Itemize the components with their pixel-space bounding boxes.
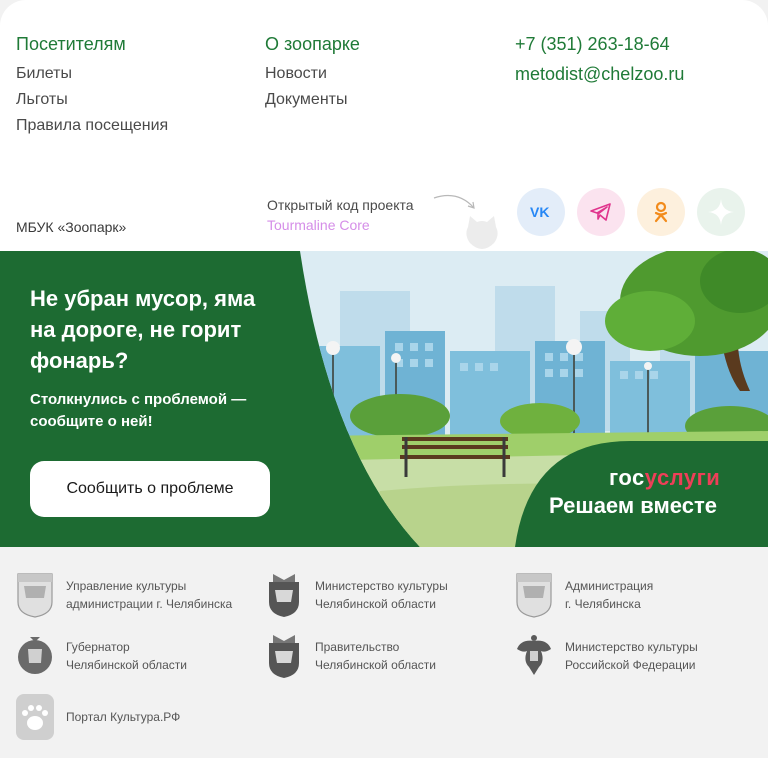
banner-subtitle: Столкнулись с проблемой — сообщите о ней…: [30, 391, 247, 430]
link-visit-rules[interactable]: Правила посещения: [16, 117, 168, 135]
governor-emblem-icon: [16, 633, 54, 679]
telegram-button[interactable]: [577, 188, 625, 236]
banner-slogan: Решаем вместе: [549, 493, 717, 518]
partner-line2: Российской Федерации: [565, 658, 696, 672]
partner-governor[interactable]: Губернатор Челябинской области: [16, 633, 187, 679]
gosuslugi-logo[interactable]: госуслуги: [609, 465, 720, 491]
partner-line1: Портал Культура.РФ: [66, 710, 181, 724]
svg-text:VK: VK: [530, 205, 549, 219]
curved-arrow-icon: [433, 195, 475, 209]
oblast-coat-of-arms-icon: [265, 572, 303, 618]
brand-gos: гос: [609, 465, 645, 490]
link-news[interactable]: Новости: [265, 65, 360, 83]
partner-line2: администрации г. Челябинска: [66, 597, 233, 611]
github-cat-icon: [466, 216, 498, 249]
banner-title: Не убран мусор, яма на дороге, не горит …: [30, 286, 256, 373]
report-problem-button[interactable]: Сообщить о проблеме: [30, 461, 270, 517]
email-link[interactable]: metodist@chelzoo.ru: [515, 64, 684, 85]
partner-line2: Челябинской области: [315, 658, 436, 672]
contacts-column: +7 (351) 263-18-64 metodist@chelzoo.ru: [515, 34, 684, 94]
odnoklassniki-button[interactable]: [637, 188, 685, 236]
partner-line2: Челябинской области: [315, 597, 436, 611]
partner-oblast-culture-ministry[interactable]: Министерство культуры Челябинской области: [265, 572, 448, 618]
about-heading[interactable]: О зоопарке: [265, 34, 360, 55]
partner-kultura-portal[interactable]: Портал Культура.РФ: [16, 694, 180, 740]
visitors-column: Посетителям Билеты Льготы Правила посеще…: [16, 34, 168, 143]
double-headed-eagle-icon: [515, 633, 553, 679]
link-benefits[interactable]: Льготы: [16, 91, 168, 109]
partner-line2: г. Челябинска: [565, 597, 641, 611]
link-documents[interactable]: Документы: [265, 91, 360, 109]
bear-paw-icon: [16, 694, 54, 740]
partner-line1: Правительство: [315, 640, 400, 654]
government-coat-of-arms-icon: [265, 633, 303, 679]
footer-card: Посетителям Билеты Льготы Правила посеще…: [0, 0, 768, 270]
partner-line1: Губернатор: [66, 640, 130, 654]
gosuslugi-banner: Не убран мусор, яма на дороге, не горит …: [0, 251, 768, 547]
partner-line1: Министерство культуры: [565, 640, 698, 654]
link-tickets[interactable]: Билеты: [16, 65, 168, 83]
partner-line1: Министерство культуры: [315, 579, 448, 593]
city-coat-of-arms-icon: [515, 572, 553, 618]
partner-line1: Администрация: [565, 579, 654, 593]
vk-icon: VK: [530, 205, 549, 219]
visitors-heading[interactable]: Посетителям: [16, 34, 168, 55]
partner-line1: Управление культуры: [66, 579, 187, 593]
partner-oblast-government[interactable]: Правительство Челябинской области: [265, 633, 436, 679]
zen-button[interactable]: [697, 188, 745, 236]
partner-line2: Челябинской области: [66, 658, 187, 672]
phone-link[interactable]: +7 (351) 263-18-64: [515, 34, 684, 55]
partner-russian-culture-ministry[interactable]: Министерство культуры Российской Федераци…: [515, 633, 698, 679]
partner-city-admin[interactable]: Администрация г. Челябинска: [515, 572, 653, 618]
zen-icon: [708, 199, 734, 225]
open-source-label: Открытый код проекта: [267, 197, 414, 213]
telegram-icon: [590, 203, 611, 221]
open-source-block: Открытый код проекта Tourmaline Core: [267, 197, 414, 233]
tourmaline-link[interactable]: Tourmaline Core: [267, 217, 414, 233]
coat-of-arms-icon: [16, 572, 54, 618]
vk-button[interactable]: VK: [517, 188, 565, 236]
partner-culture-admin[interactable]: Управление культуры администрации г. Челя…: [16, 572, 232, 618]
about-column: О зоопарке Новости Документы: [265, 34, 360, 117]
odnoklassniki-icon: [654, 201, 668, 223]
org-name: МБУК «Зоопарк»: [16, 219, 127, 235]
brand-uslugi: услуги: [644, 465, 721, 490]
